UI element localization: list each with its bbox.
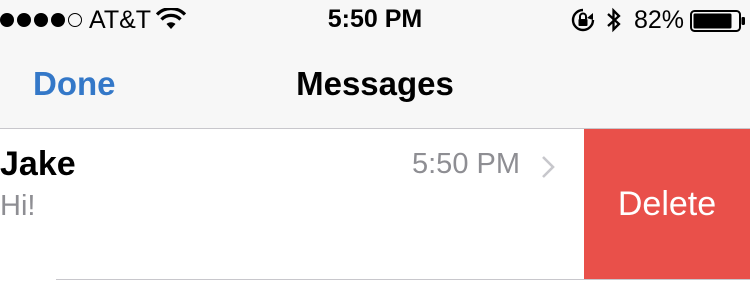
navigation-bar: Done Messages — [0, 40, 750, 129]
messages-screen: AT&T 5:50 PM 82% Done Messages Jake 5:50… — [0, 0, 750, 281]
chevron-right-icon — [542, 156, 555, 178]
conversation-row-content[interactable]: Jake 5:50 PM Hi! — [0, 129, 584, 279]
status-bar: AT&T 5:50 PM 82% — [0, 0, 750, 40]
delete-button[interactable]: Delete — [584, 129, 750, 279]
page-title: Messages — [296, 65, 454, 102]
bluetooth-icon — [607, 7, 621, 33]
delete-button-label: Delete — [617, 184, 717, 223]
conversation-row[interactable]: Jake 5:50 PM Hi! Delete — [0, 129, 750, 279]
contact-name: Jake — [0, 145, 76, 183]
message-preview: Hi! — [0, 190, 36, 222]
rotation-lock-icon — [571, 8, 595, 32]
battery-percentage: 82% — [634, 6, 685, 34]
header: AT&T 5:50 PM 82% Done Messages — [0, 0, 750, 129]
message-time: 5:50 PM — [412, 148, 520, 180]
battery-icon — [690, 10, 745, 32]
row-separator — [56, 279, 750, 280]
